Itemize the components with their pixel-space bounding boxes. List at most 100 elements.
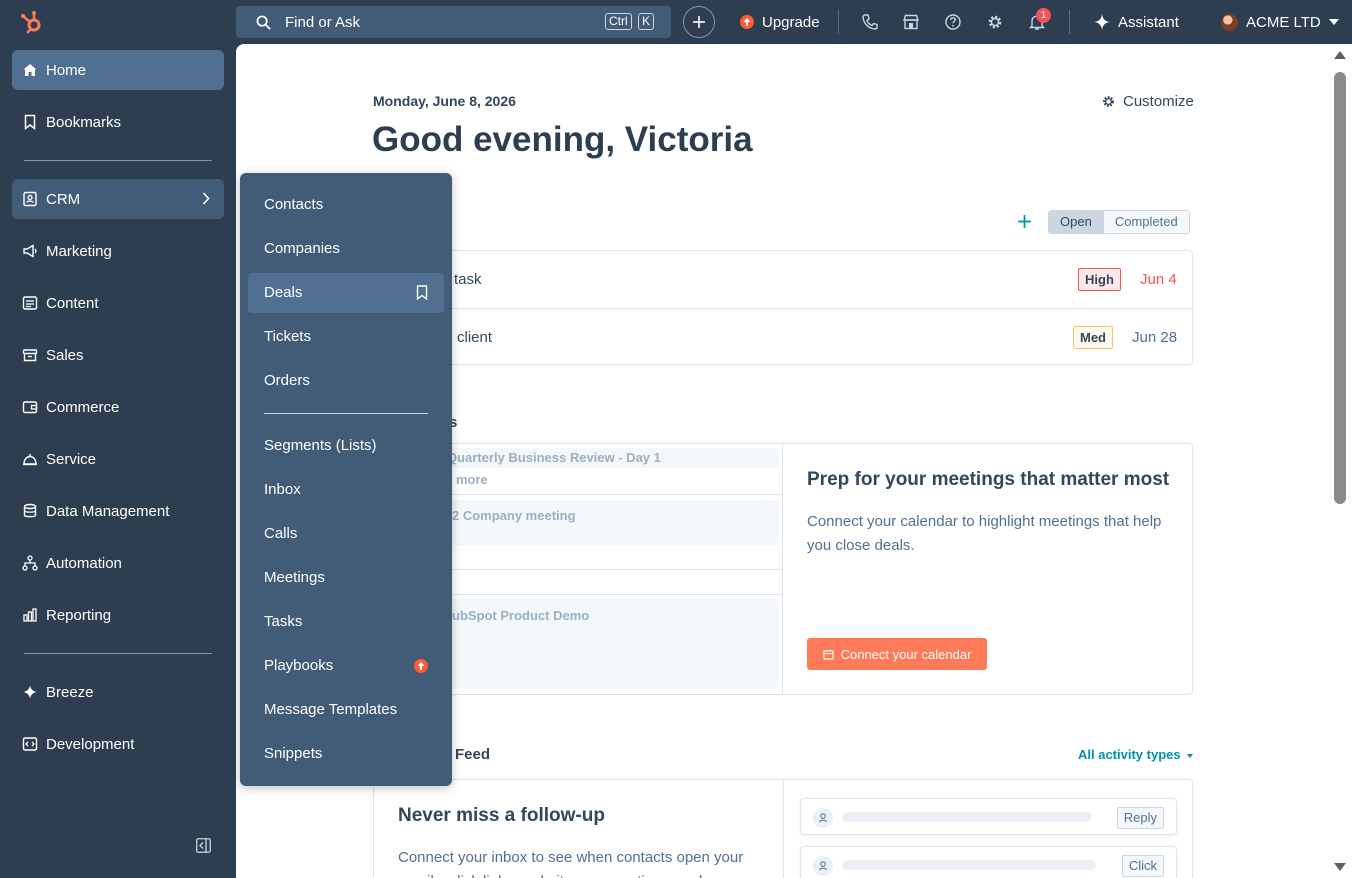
menu-divider: [264, 413, 428, 414]
sidebar-item-crm[interactable]: CRM: [12, 179, 224, 219]
menu-item-calls[interactable]: Calls: [248, 514, 444, 554]
avatar: [1221, 13, 1238, 31]
sidebar-item-development[interactable]: Development: [12, 724, 224, 764]
sidebar-item-automation[interactable]: Automation: [12, 543, 224, 583]
marketplace-icon[interactable]: [902, 13, 920, 31]
crm-icon: [23, 191, 37, 207]
sidebar-item-label: Development: [46, 735, 135, 753]
sidebar-divider: [24, 653, 212, 654]
task-row[interactable]: client Med Jun 28: [374, 308, 1192, 365]
toggle-open[interactable]: Open: [1049, 211, 1104, 233]
sidebar-item-breeze[interactable]: Breeze: [12, 672, 224, 712]
menu-item-inbox[interactable]: Inbox: [248, 470, 444, 510]
hubspot-logo-icon[interactable]: [18, 8, 46, 36]
shortcut-k-key: K: [638, 13, 655, 30]
placeholder-bar: [842, 812, 1092, 822]
sidebar: Home Bookmarks CRM Marketing Content Sal…: [0, 44, 236, 878]
sidebar-item-content[interactable]: Content: [12, 283, 224, 323]
customize-button[interactable]: Customize: [1102, 93, 1194, 110]
assistant-label: Assistant: [1118, 13, 1179, 31]
megaphone-icon: [23, 244, 37, 258]
collapse-sidebar-icon[interactable]: [196, 838, 211, 853]
more-meetings-link[interactable]: more: [456, 472, 488, 487]
sales-icon: [22, 349, 38, 362]
meeting-item[interactable]: Quarterly Business Review - Day 1: [440, 448, 778, 468]
meetings-row-divider: [440, 594, 782, 595]
toggle-completed[interactable]: Completed: [1103, 211, 1189, 233]
connect-calendar-button[interactable]: Connect your calendar: [807, 638, 987, 670]
menu-item-tickets[interactable]: Tickets: [248, 317, 444, 357]
page-title: Good evening, Victoria: [372, 120, 753, 159]
meeting-item[interactable]: ubSpot Product Demo: [440, 599, 778, 689]
bookmark-icon: [24, 114, 36, 130]
meeting-item[interactable]: 2 Company meeting: [440, 500, 778, 545]
sidebar-item-commerce[interactable]: Commerce: [12, 387, 224, 427]
wallet-icon: [22, 401, 38, 414]
upgrade-arrow-icon: [414, 659, 428, 673]
scroll-up-arrow[interactable]: [1334, 51, 1346, 59]
priority-badge: Med: [1073, 326, 1113, 349]
activity-row: Reply: [800, 798, 1177, 835]
sidebar-item-home[interactable]: Home: [12, 50, 224, 90]
sidebar-item-label: Data Management: [46, 502, 170, 520]
sidebar-item-label: Breeze: [46, 683, 94, 701]
code-icon: [22, 737, 38, 751]
task-title[interactable]: client: [457, 329, 492, 346]
menu-item-deals[interactable]: Deals: [248, 273, 444, 313]
menu-item-label: Playbooks: [264, 657, 334, 674]
customize-label: Customize: [1123, 93, 1194, 110]
task-row[interactable]: task High Jun 4: [374, 251, 1192, 308]
sidebar-item-data-management[interactable]: Data Management: [12, 491, 224, 531]
menu-item-label: Deals: [264, 284, 303, 301]
chevron-right-icon: [202, 192, 210, 205]
topbar-divider: [1069, 10, 1070, 34]
sidebar-item-label: Commerce: [46, 398, 120, 416]
sidebar-divider: [24, 160, 212, 161]
database-icon: [23, 503, 37, 518]
home-icon: [23, 64, 37, 76]
search-bar[interactable]: Find or Ask Ctrl K: [236, 6, 671, 38]
sidebar-item-service[interactable]: Service: [12, 439, 224, 479]
caret-down-icon: [1328, 18, 1339, 25]
top-navigation-bar: Find or Ask Ctrl K Upgrade 1 Assistant A…: [0, 0, 1352, 44]
activity-chip: Reply: [1116, 807, 1164, 829]
menu-item-message-templates[interactable]: Message Templates: [248, 690, 444, 730]
scroll-down-arrow[interactable]: [1334, 863, 1346, 871]
caret-down-icon: [1187, 753, 1194, 758]
sidebar-item-label: CRM: [46, 190, 81, 208]
menu-item-companies[interactable]: Companies: [248, 229, 444, 269]
menu-item-playbooks[interactable]: Playbooks: [248, 646, 444, 686]
sidebar-item-bookmarks[interactable]: Bookmarks: [12, 102, 224, 142]
connect-calendar-label: Connect your calendar: [840, 646, 972, 662]
account-menu[interactable]: ACME LTD: [1221, 12, 1339, 32]
sidebar-item-reporting[interactable]: Reporting: [12, 595, 224, 635]
sidebar-item-marketing[interactable]: Marketing: [12, 231, 224, 271]
upgrade-button[interactable]: Upgrade: [740, 12, 820, 32]
sidebar-item-label: Service: [46, 450, 97, 468]
search-placeholder: Find or Ask: [285, 14, 361, 31]
activity-feed-heading: Feed: [455, 746, 491, 763]
upgrade-arrow-icon: [740, 15, 754, 29]
phone-icon[interactable]: [861, 13, 879, 31]
menu-item-snippets[interactable]: Snippets: [248, 734, 444, 774]
task-due-date: Jun 28: [1132, 329, 1178, 346]
menu-item-contacts[interactable]: Contacts: [248, 185, 444, 225]
menu-item-tasks[interactable]: Tasks: [248, 602, 444, 642]
task-due-date: Jun 4: [1140, 271, 1177, 288]
sidebar-item-sales[interactable]: Sales: [12, 335, 224, 375]
menu-item-segments[interactable]: Segments (Lists): [248, 426, 444, 466]
bookmark-icon[interactable]: [416, 285, 428, 300]
content-icon: [22, 296, 38, 310]
scrollbar-thumb[interactable]: [1334, 72, 1346, 504]
tasks-card: task High Jun 4 client Med Jun 28: [373, 250, 1193, 365]
menu-item-meetings[interactable]: Meetings: [248, 558, 444, 598]
task-title[interactable]: task: [454, 271, 482, 288]
menu-item-orders[interactable]: Orders: [248, 361, 444, 401]
assistant-button[interactable]: Assistant: [1094, 12, 1179, 32]
add-task-icon[interactable]: [1017, 214, 1032, 229]
help-icon[interactable]: [944, 13, 962, 31]
settings-gear-icon[interactable]: [986, 13, 1004, 31]
task-status-toggle: Open Completed: [1048, 210, 1190, 234]
activity-type-filter[interactable]: All activity types: [1078, 747, 1194, 762]
create-new-button[interactable]: [683, 6, 715, 38]
